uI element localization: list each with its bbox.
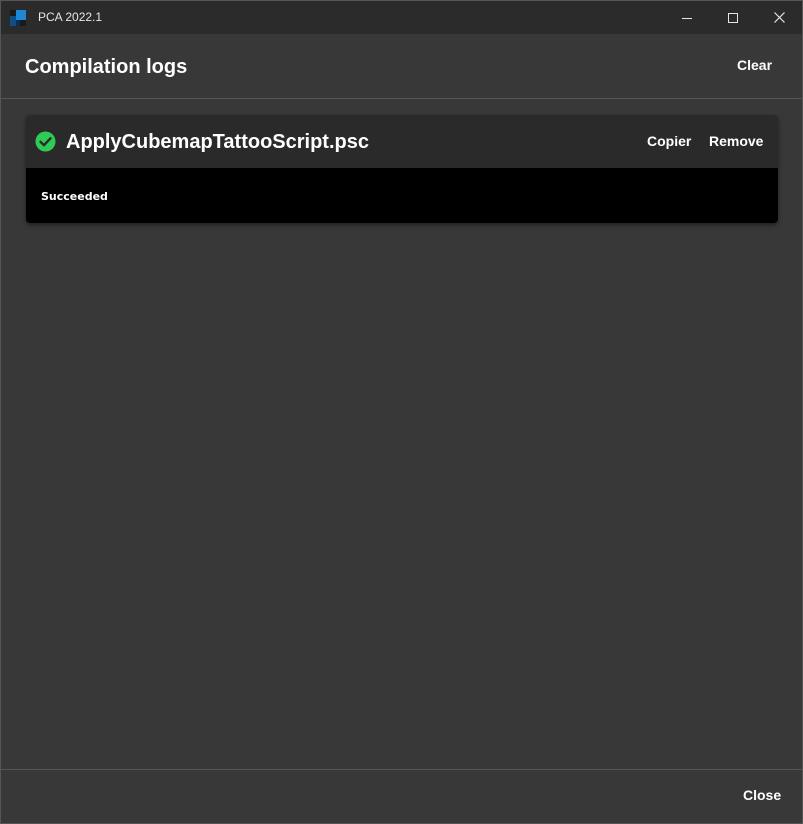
maximize-button[interactable] (710, 1, 756, 34)
log-card-header: ApplyCubemapTattooScript.psc Copier Remo… (26, 115, 778, 168)
remove-button[interactable]: Remove (709, 133, 763, 150)
script-name: ApplyCubemapTattooScript.psc (66, 131, 369, 153)
compilation-logs-window: PCA 2022.1 Compilation logs Clear ApplyC… (0, 0, 803, 824)
log-output-text: Succeeded (41, 190, 108, 203)
check-circle-icon (35, 131, 56, 152)
log-output: Succeeded (26, 168, 778, 223)
log-card: ApplyCubemapTattooScript.psc Copier Remo… (26, 115, 778, 223)
copy-button[interactable]: Copier (647, 133, 691, 150)
clear-button[interactable]: Clear (737, 57, 772, 74)
header-divider (1, 98, 802, 99)
app-logo-icon (10, 10, 26, 26)
close-icon (773, 12, 785, 23)
maximize-icon (728, 12, 738, 23)
window-title: PCA 2022.1 (38, 10, 103, 24)
page-title: Compilation logs (25, 56, 188, 78)
title-bar[interactable]: PCA 2022.1 (1, 1, 802, 34)
window-close-button[interactable] (756, 1, 802, 34)
close-button[interactable]: Close (743, 787, 781, 804)
minimize-icon (682, 13, 692, 23)
minimize-button[interactable] (664, 1, 710, 34)
dialog-header: Compilation logs Clear (1, 34, 802, 98)
footer-divider (1, 769, 802, 770)
